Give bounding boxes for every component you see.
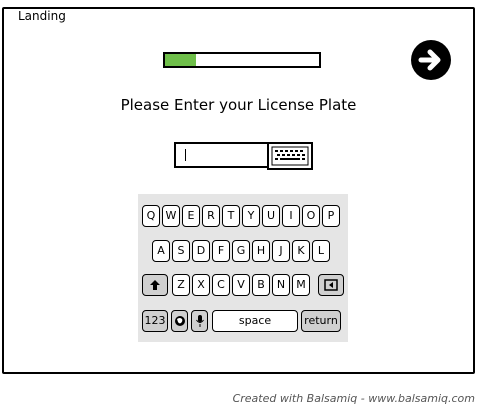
key-f[interactable]: F xyxy=(212,240,230,262)
key-r[interactable]: R xyxy=(202,205,220,227)
key-w[interactable]: W xyxy=(162,205,180,227)
key-k[interactable]: K xyxy=(292,240,310,262)
shift-icon xyxy=(150,280,160,290)
key-p[interactable]: P xyxy=(322,205,340,227)
globe-icon xyxy=(174,316,185,326)
space-key[interactable]: space xyxy=(212,310,298,332)
key-d[interactable]: D xyxy=(192,240,210,262)
key-i[interactable]: I xyxy=(282,205,300,227)
key-s[interactable]: S xyxy=(172,240,190,262)
key-t[interactable]: T xyxy=(222,205,240,227)
key-q[interactable]: Q xyxy=(142,205,160,227)
keyboard-icon xyxy=(271,146,309,166)
microphone-icon xyxy=(195,315,204,327)
license-plate-prompt: Please Enter your License Plate xyxy=(120,96,357,114)
progress-fill xyxy=(165,54,196,66)
key-n[interactable]: N xyxy=(272,274,290,296)
shift-key[interactable] xyxy=(142,274,168,296)
next-button[interactable] xyxy=(411,40,451,80)
key-y[interactable]: Y xyxy=(242,205,260,227)
key-g[interactable]: G xyxy=(232,240,250,262)
progress-bar xyxy=(163,52,321,68)
key-a[interactable]: A xyxy=(152,240,170,262)
numbers-key[interactable]: 123 xyxy=(142,310,168,332)
show-keyboard-button[interactable] xyxy=(267,142,313,170)
key-u[interactable]: U xyxy=(262,205,280,227)
globe-key[interactable] xyxy=(171,310,188,332)
return-key[interactable]: return xyxy=(301,310,341,332)
key-c[interactable]: C xyxy=(212,274,230,296)
window-title: Landing xyxy=(14,9,70,23)
key-v[interactable]: V xyxy=(232,274,250,296)
key-j[interactable]: J xyxy=(272,240,290,262)
key-z[interactable]: Z xyxy=(172,274,190,296)
microphone-key[interactable] xyxy=(191,310,208,332)
arrow-right-icon xyxy=(418,49,441,71)
key-o[interactable]: O xyxy=(302,205,320,227)
backspace-key[interactable] xyxy=(318,274,344,296)
text-caret xyxy=(185,149,186,161)
key-x[interactable]: X xyxy=(192,274,210,296)
key-e[interactable]: E xyxy=(182,205,200,227)
key-h[interactable]: H xyxy=(252,240,270,262)
balsamiq-credit: Created with Balsamiq - www.balsamiq.com xyxy=(232,392,475,405)
key-m[interactable]: M xyxy=(292,274,310,296)
license-plate-input[interactable] xyxy=(174,142,269,168)
key-b[interactable]: B xyxy=(252,274,270,296)
backspace-icon xyxy=(324,279,338,291)
landing-window: Landing Please Enter your License Plate … xyxy=(2,7,475,374)
key-l[interactable]: L xyxy=(312,240,330,262)
on-screen-keyboard: Q W E R T Y U I O P A S D F G H J K L Z … xyxy=(138,194,348,342)
